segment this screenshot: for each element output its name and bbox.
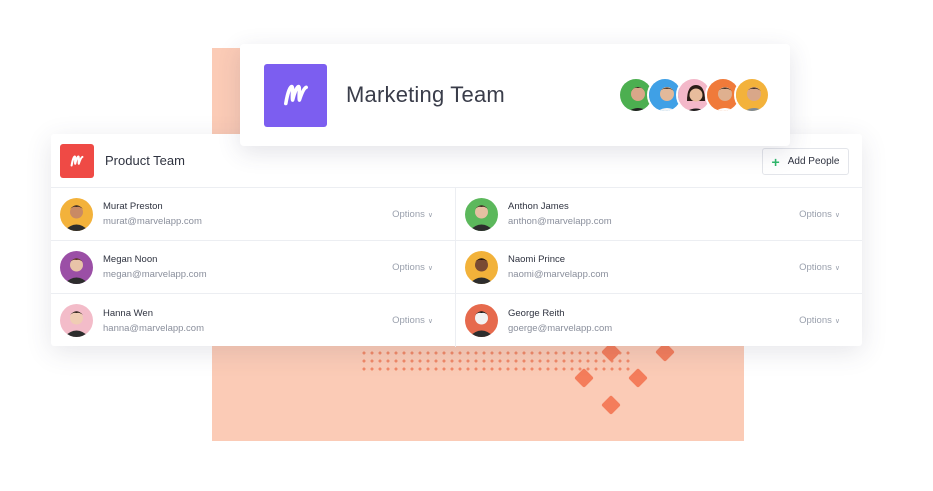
options-dropdown[interactable]: Options ∨ <box>799 315 840 326</box>
person-info: Hanna Wen hanna@marvelapp.com <box>103 308 204 334</box>
marketing-team-title: Marketing Team <box>346 82 505 107</box>
person-info: Megan Noon megan@marvelapp.com <box>103 254 207 280</box>
avatar[interactable] <box>60 304 93 337</box>
options-dropdown[interactable]: Options ∨ <box>799 209 840 220</box>
options-dropdown[interactable]: Options ∨ <box>392 262 433 273</box>
person-info: Anthon James anthon@marvelapp.com <box>508 201 612 227</box>
chevron-down-icon: ∨ <box>427 265 433 272</box>
options-label: Options <box>392 315 425 326</box>
chevron-down-icon: ∨ <box>427 318 433 325</box>
team-member-list: Murat Preston murat@marvelapp.com Options ∨… <box>51 188 862 347</box>
add-people-label: Add People <box>787 156 840 167</box>
person-name: Murat Preston <box>103 201 163 212</box>
options-dropdown[interactable]: Options ∨ <box>392 209 433 220</box>
person-info: Murat Preston murat@marvelapp.com <box>103 201 202 227</box>
person-name: Anthon James <box>508 201 569 212</box>
avatar[interactable] <box>60 250 93 284</box>
options-dropdown[interactable]: Options ∨ <box>799 262 840 273</box>
avatar[interactable] <box>734 77 770 113</box>
list-item[interactable]: George Reith goerge@marvelapp.com Options ∨ <box>456 294 862 347</box>
options-label: Options <box>799 262 832 273</box>
marvel-logo-icon <box>264 63 327 127</box>
person-info: Naomi Prince naomi@marvelapp.com <box>508 254 608 280</box>
avatar[interactable] <box>465 304 498 337</box>
list-item[interactable]: Hanna Wen hanna@marvelapp.com Options ∨ <box>51 294 456 347</box>
person-email: goerge@marvelapp.com <box>508 322 613 334</box>
list-item[interactable]: Anthon James anthon@marvelapp.com Options ∨ <box>456 188 862 241</box>
person-email: megan@marvelapp.com <box>103 269 207 280</box>
person-email: murat@marvelapp.com <box>103 216 202 227</box>
product-team-card: Product Team + Add People Murat Preston m… <box>51 134 862 347</box>
list-item[interactable]: Murat Preston murat@marvelapp.com Options ∨ <box>51 188 456 241</box>
team-member-avatars[interactable] <box>618 77 770 113</box>
avatar[interactable] <box>465 197 498 231</box>
person-name: Megan Noon <box>103 254 158 265</box>
person-email: naomi@marvelapp.com <box>508 269 609 280</box>
person-info: George Reith goerge@marvelapp.com <box>508 308 612 334</box>
person-email: hanna@marvelapp.com <box>103 322 205 334</box>
options-label: Options <box>799 209 832 220</box>
list-item[interactable]: Naomi Prince naomi@marvelapp.com Options ∨ <box>456 241 862 294</box>
options-label: Options <box>799 315 832 326</box>
list-item[interactable]: Megan Noon megan@marvelapp.com Options ∨ <box>51 241 456 294</box>
person-name: Naomi Prince <box>508 254 566 265</box>
product-team-title: Product Team <box>105 153 185 168</box>
person-name: George Reith <box>508 307 565 319</box>
marvel-logo-icon <box>60 143 94 178</box>
chevron-down-icon: ∨ <box>427 212 433 219</box>
options-label: Options <box>392 262 425 273</box>
marketing-team-card[interactable]: Marketing Team <box>240 44 790 146</box>
avatar[interactable] <box>465 250 498 284</box>
plus-icon: + <box>771 153 780 170</box>
chevron-down-icon: ∨ <box>834 265 840 272</box>
options-dropdown[interactable]: Options ∨ <box>392 315 433 326</box>
person-email: anthon@marvelapp.com <box>508 216 612 227</box>
chevron-down-icon: ∨ <box>834 318 840 325</box>
options-label: Options <box>392 209 425 220</box>
chevron-down-icon: ∨ <box>834 212 840 219</box>
person-name: Hanna Wen <box>103 307 153 319</box>
add-people-button[interactable]: + Add People <box>762 148 849 175</box>
dot-pattern-decoration <box>360 349 630 373</box>
avatar[interactable] <box>60 197 93 231</box>
